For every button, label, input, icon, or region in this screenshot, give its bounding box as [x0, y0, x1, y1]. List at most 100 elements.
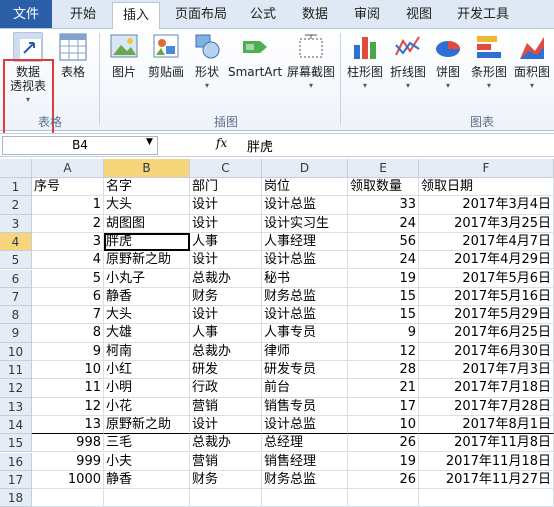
table-cell[interactable]: 大头 [104, 306, 190, 325]
table-cell[interactable]: 人事 [190, 232, 262, 252]
chevron-down-icon[interactable]: ▼ [146, 137, 153, 147]
table-cell[interactable]: 2017年5月29日 [419, 306, 554, 325]
table-cell[interactable]: 设计 [190, 415, 262, 435]
row-header[interactable]: 1 [0, 178, 32, 197]
table-cell[interactable]: 部门 [190, 178, 262, 197]
select-all-corner[interactable] [0, 159, 32, 178]
table-cell[interactable]: 总经理 [262, 434, 348, 453]
table-cell[interactable]: 律师 [262, 342, 348, 361]
column-header[interactable]: C [190, 159, 262, 178]
table-cell[interactable]: 24 [348, 251, 419, 270]
table-cell[interactable]: 小红 [104, 361, 190, 380]
table-cell[interactable]: 原野新之助 [104, 251, 190, 270]
table-cell[interactable]: 8 [32, 324, 104, 343]
table-cell[interactable]: 2017年7月18日 [419, 379, 554, 398]
table-cell[interactable]: 2017年5月16日 [419, 287, 554, 307]
table-cell[interactable]: 总裁办 [190, 269, 262, 288]
table-cell[interactable]: 21 [348, 379, 419, 398]
bar-chart-button[interactable]: 条形图 ▾ [468, 31, 510, 93]
table-cell[interactable]: 19 [348, 452, 419, 471]
table-cell[interactable]: 大头 [104, 196, 190, 215]
table-cell[interactable]: 三毛 [104, 434, 190, 453]
table-cell[interactable]: 大雄 [104, 324, 190, 343]
row-header[interactable]: 10 [0, 342, 32, 361]
table-cell[interactable]: 9 [348, 324, 419, 343]
table-cell[interactable] [419, 489, 554, 507]
table-cell[interactable]: 营销 [190, 452, 262, 471]
table-cell[interactable]: 财务 [190, 287, 262, 307]
table-cell[interactable]: 人事专员 [262, 324, 348, 343]
table-cell[interactable]: 财务 [190, 470, 262, 490]
area-chart-button[interactable]: 面积图 ▾ [511, 31, 553, 93]
table-cell[interactable]: 2017年6月25日 [419, 324, 554, 343]
row-header[interactable]: 15 [0, 434, 32, 453]
table-cell[interactable]: 56 [348, 232, 419, 252]
table-cell[interactable]: 1000 [32, 470, 104, 490]
row-header[interactable]: 18 [0, 489, 32, 507]
row-header[interactable]: 17 [0, 470, 32, 490]
row-header[interactable]: 2 [0, 196, 32, 215]
column-header[interactable]: E [348, 159, 419, 178]
table-cell[interactable]: 7 [32, 306, 104, 325]
table-cell[interactable]: 12 [32, 397, 104, 416]
table-cell[interactable]: 领取数量 [348, 178, 419, 197]
table-cell[interactable]: 设计总监 [262, 251, 348, 270]
table-cell[interactable]: 10 [348, 415, 419, 435]
table-cell[interactable]: 2017年7月28日 [419, 397, 554, 416]
table-cell[interactable]: 3 [32, 232, 104, 252]
table-cell[interactable]: 行政 [190, 379, 262, 398]
table-cell[interactable]: 总裁办 [190, 434, 262, 453]
table-cell[interactable]: 设计实习生 [262, 214, 348, 233]
table-cell[interactable]: 33 [348, 196, 419, 215]
table-cell[interactable]: 名字 [104, 178, 190, 197]
table-cell[interactable]: 人事经理 [262, 232, 348, 252]
column-header[interactable]: A [32, 159, 104, 178]
row-header[interactable]: 9 [0, 324, 32, 343]
table-cell[interactable]: 前台 [262, 379, 348, 398]
table-cell[interactable]: 19 [348, 269, 419, 288]
table-cell[interactable]: 营销 [190, 397, 262, 416]
table-button[interactable]: 表格 [57, 31, 89, 79]
table-cell[interactable]: 设计 [190, 251, 262, 270]
screenshot-button[interactable]: 屏幕截图 ▾ [284, 31, 338, 93]
table-cell[interactable]: 15 [348, 287, 419, 307]
table-cell[interactable]: 设计 [190, 196, 262, 215]
table-cell[interactable]: 2017年11月27日 [419, 470, 554, 490]
clipart-button[interactable]: 剪贴画 [144, 31, 188, 79]
table-cell[interactable]: 13 [32, 415, 104, 435]
row-header[interactable]: 7 [0, 287, 32, 307]
table-cell[interactable]: 静香 [104, 287, 190, 307]
table-cell[interactable]: 设计总监 [262, 415, 348, 435]
table-cell[interactable]: 序号 [32, 178, 104, 197]
table-cell[interactable]: 2017年6月30日 [419, 342, 554, 361]
column-header[interactable]: F [419, 159, 554, 178]
tab-insert[interactable]: 插入 [112, 2, 160, 32]
table-cell[interactable]: 12 [348, 342, 419, 361]
table-cell[interactable] [262, 489, 348, 507]
tab-file[interactable]: 文件 [0, 0, 52, 28]
tab-developer[interactable]: 开发工具 [448, 0, 518, 28]
table-cell[interactable] [32, 489, 104, 507]
table-cell[interactable]: 财务总监 [262, 470, 348, 490]
row-header[interactable]: 12 [0, 379, 32, 398]
table-cell[interactable]: 1 [32, 196, 104, 215]
row-header[interactable]: 3 [0, 214, 32, 233]
table-cell[interactable]: 2017年8月1日 [419, 415, 554, 435]
table-cell[interactable]: 2017年11月18日 [419, 452, 554, 471]
table-cell[interactable]: 26 [348, 434, 419, 453]
tab-home[interactable]: 开始 [58, 0, 108, 28]
table-cell[interactable]: 销售经理 [262, 452, 348, 471]
table-cell[interactable]: 小明 [104, 379, 190, 398]
table-cell[interactable]: 销售专员 [262, 397, 348, 416]
tab-review[interactable]: 审阅 [344, 0, 390, 28]
table-cell[interactable]: 15 [348, 306, 419, 325]
formula-input[interactable]: 胖虎 [247, 136, 273, 155]
row-header[interactable]: 5 [0, 251, 32, 270]
table-cell[interactable]: 原野新之助 [104, 415, 190, 435]
table-cell[interactable]: 5 [32, 269, 104, 288]
table-cell[interactable]: 2017年7月3日 [419, 361, 554, 380]
table-cell[interactable]: 人事 [190, 324, 262, 343]
table-cell[interactable]: 领取日期 [419, 178, 554, 197]
table-cell[interactable]: 研发 [190, 361, 262, 380]
tab-view[interactable]: 视图 [396, 0, 442, 28]
